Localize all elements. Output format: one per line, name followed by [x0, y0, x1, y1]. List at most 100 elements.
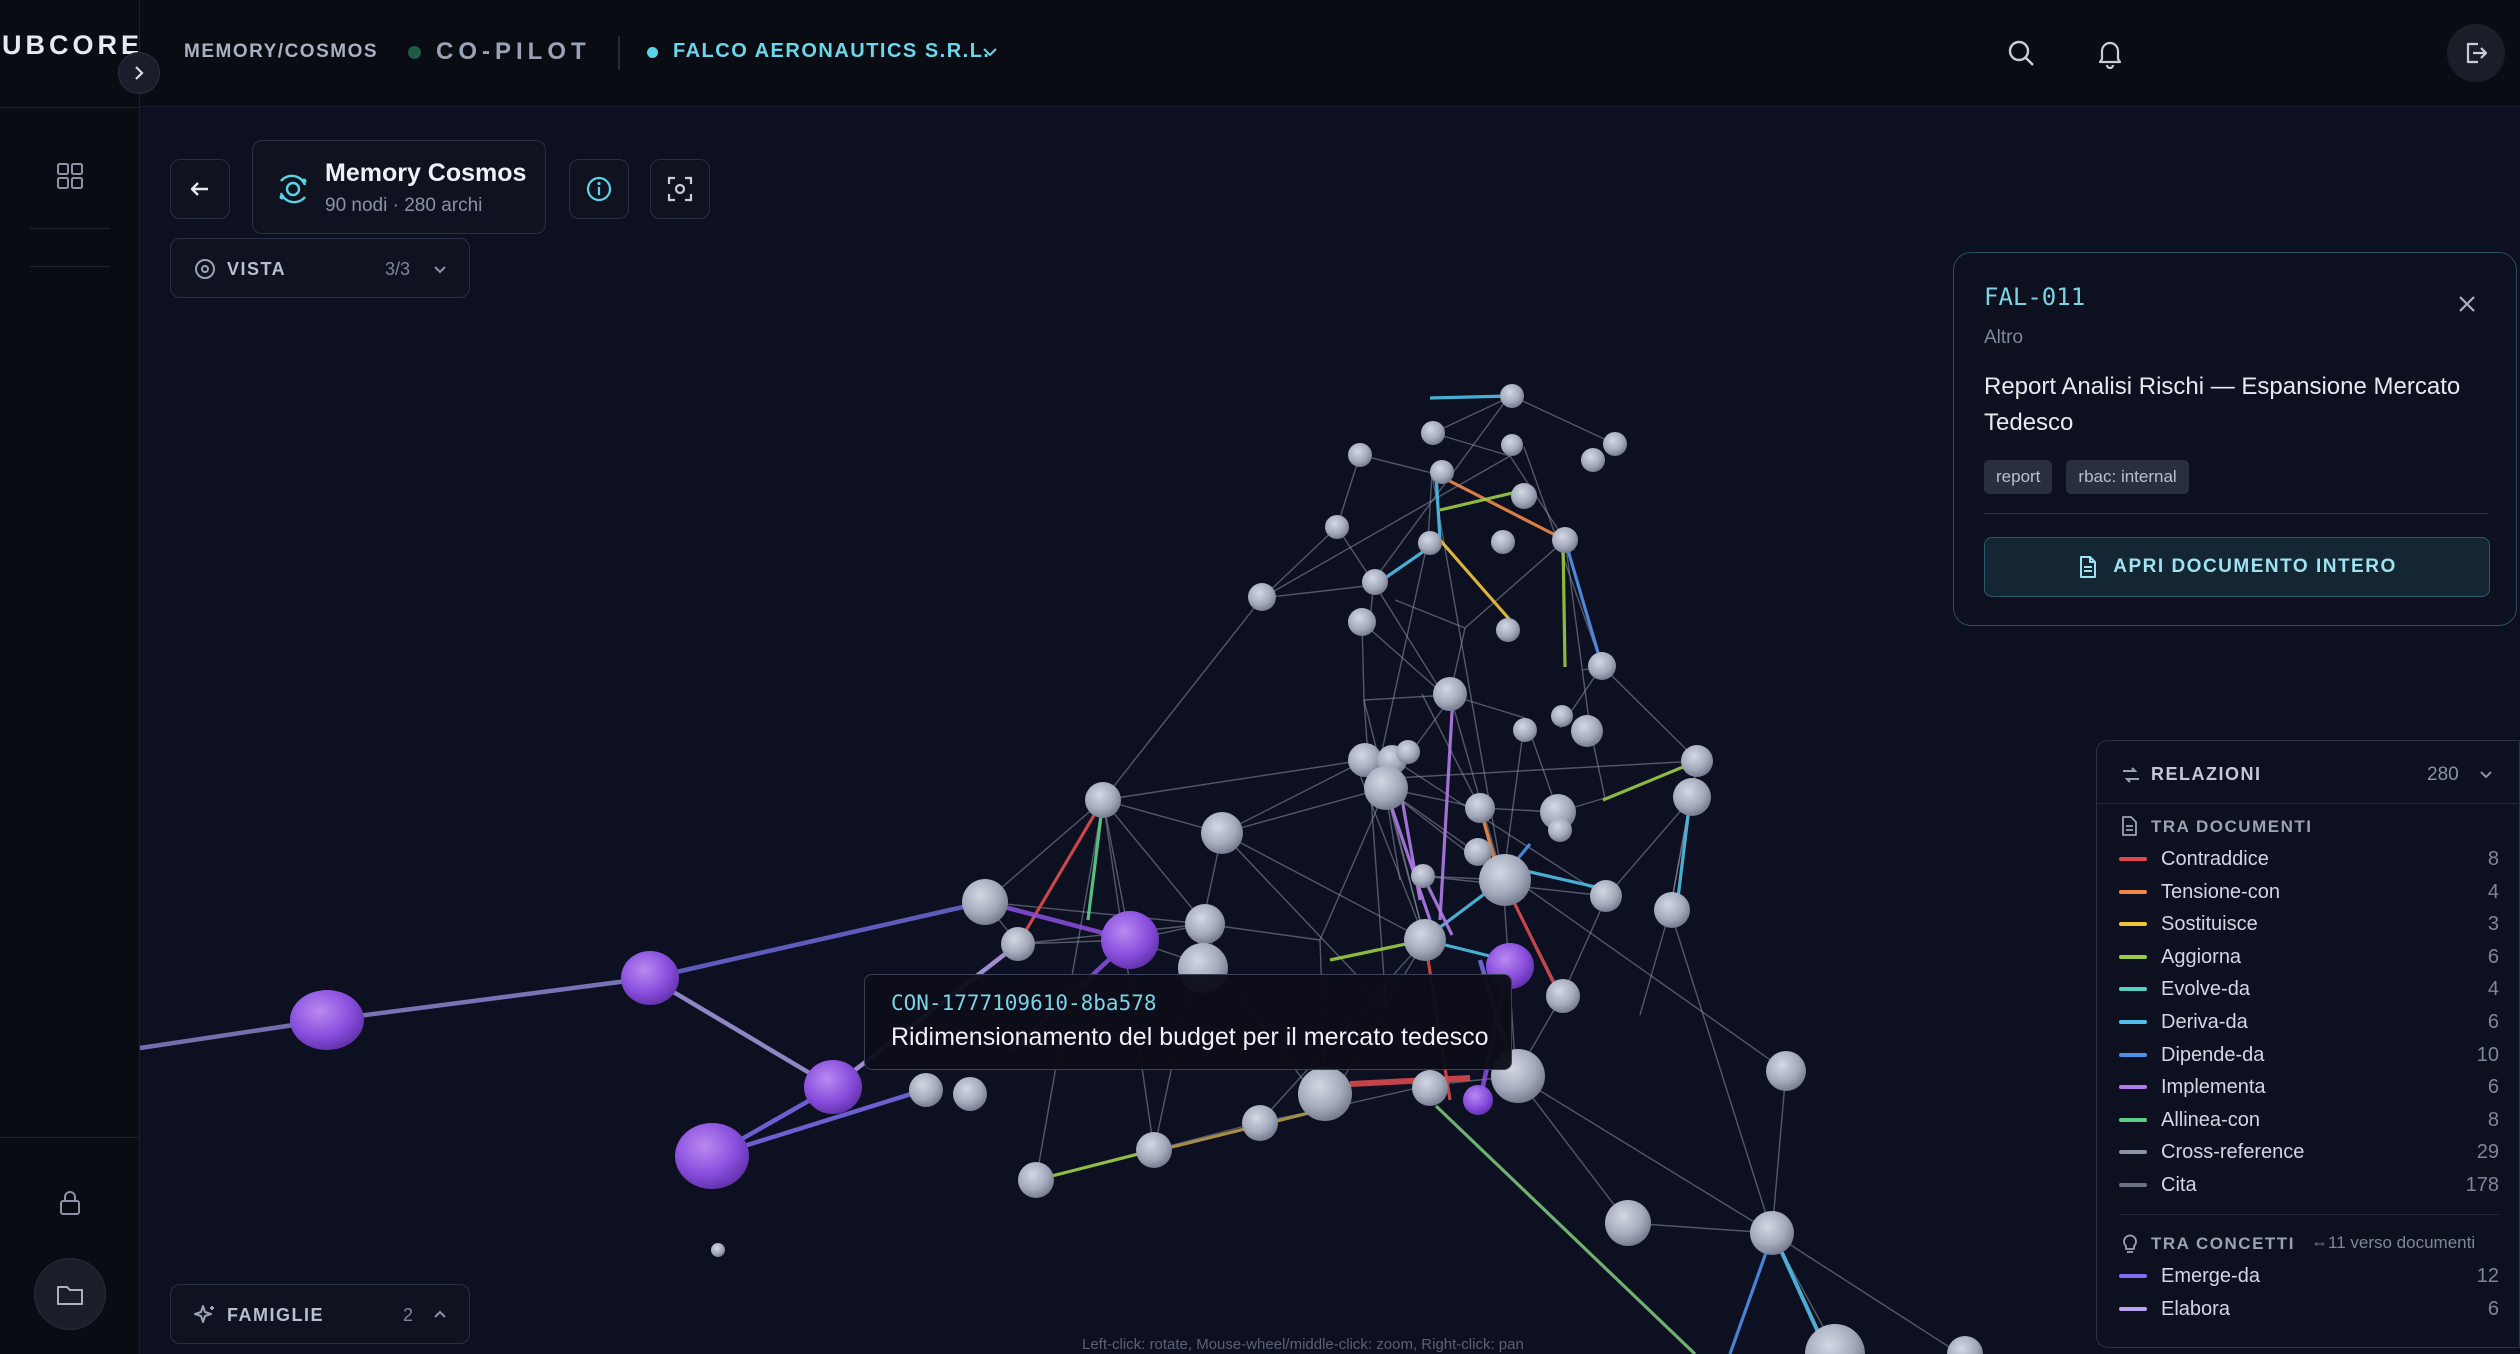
legend-item-cita[interactable]: Cita 178	[2119, 1169, 2499, 1201]
topbar-separator	[618, 36, 620, 70]
lock-icon	[60, 1191, 80, 1215]
legend-swatch	[2119, 1306, 2147, 1311]
legend-item-label: Evolve-da	[2161, 978, 2250, 1001]
chevron-down-icon[interactable]	[2475, 763, 2497, 785]
legend-item-label: Implementa	[2161, 1076, 2266, 1099]
legend-item-label: Allinea-con	[2161, 1108, 2260, 1131]
orbit-icon	[279, 174, 307, 204]
chevron-right-icon	[135, 66, 144, 80]
legend-item-emerge-da[interactable]: Emerge-da 12	[2119, 1260, 2499, 1292]
arrow-left-icon	[190, 182, 208, 196]
legend-item-count: 6	[2487, 1011, 2499, 1033]
legend-swatch	[2119, 1085, 2147, 1090]
legend-section-concepts: TRA CONCETTI	[2151, 1234, 2295, 1253]
controls-hint: Left-click: rotate, Mouse-wheel/middle-c…	[1082, 1336, 1524, 1353]
back-button[interactable]	[170, 159, 230, 219]
sidebar-divider	[0, 1137, 140, 1138]
vista-dropdown[interactable]: VISTA 3/3	[170, 238, 470, 298]
legend-divider	[2097, 803, 2520, 804]
legend-item-count: 178	[2465, 1174, 2499, 1196]
info-button[interactable]	[569, 159, 629, 219]
logout-icon	[2466, 42, 2488, 64]
document-icon	[2080, 556, 2097, 578]
legend-item-label: Sostituisce	[2161, 913, 2258, 936]
legend-swatch	[2119, 1020, 2147, 1024]
legend-item-label: Cita	[2161, 1174, 2197, 1196]
legend-item-count: 3	[2487, 913, 2499, 936]
bell-icon	[2098, 41, 2122, 69]
legend-item-evolve-da[interactable]: Evolve-da 4	[2119, 973, 2499, 1005]
detail-tags: report rbac: internal	[1984, 460, 2189, 494]
legend-item-label: Contraddice	[2161, 848, 2269, 870]
recenter-button[interactable]	[650, 159, 710, 219]
legend-item-contraddice[interactable]: Contraddice 8	[2119, 843, 2499, 875]
legend-swatch	[2119, 1052, 2147, 1057]
legend-swatch	[2119, 1183, 2147, 1187]
graph-nodes-documents[interactable]	[711, 384, 1983, 1354]
notifications-button[interactable]	[2087, 30, 2133, 76]
folder-button[interactable]	[34, 1258, 106, 1330]
sidebar: UBCORE	[0, 0, 140, 1354]
view-icon	[195, 259, 215, 279]
legend-swatch	[2119, 1117, 2147, 1122]
legend-item-label: Tensione-con	[2161, 880, 2280, 903]
legend-item-count: 29	[2476, 1141, 2499, 1164]
legend-item-aggiorna[interactable]: Aggiorna 6	[2119, 941, 2499, 973]
tooltip-node-id: CON-1777109610-8ba578	[891, 991, 1157, 1015]
legend-item-label: Elabora	[2161, 1297, 2230, 1320]
legend-title[interactable]: RELAZIONI	[2151, 764, 2262, 785]
open-document-button[interactable]: APRI DOCUMENTO INTERO	[1984, 537, 2490, 597]
legend-item-deriva-da[interactable]: Deriva-da 6	[2119, 1006, 2499, 1038]
detail-type: Altro	[1984, 327, 2024, 348]
legend-item-cross-reference[interactable]: Cross-reference 29	[2119, 1136, 2499, 1168]
detail-divider	[1984, 513, 2488, 514]
sidebar-divider	[30, 266, 110, 267]
legend-item-count: 4	[2487, 978, 2499, 1001]
legend-item-implementa[interactable]: Implementa 6	[2119, 1071, 2499, 1103]
legend-item-label: Cross-reference	[2161, 1141, 2305, 1164]
node-detail-card: FAL-011 Altro Report Analisi Rischi — Es…	[1953, 252, 2517, 626]
legend-item-allinea-con[interactable]: Allinea-con 8	[2119, 1104, 2499, 1136]
copilot-label[interactable]: CO-PILOT	[436, 38, 591, 66]
sidebar-toggle-button[interactable]	[118, 52, 160, 94]
detail-title: Report Analisi Rischi — Espansione Merca…	[1984, 373, 2461, 436]
legend-swatch	[2119, 954, 2147, 959]
close-detail-button[interactable]	[2452, 289, 2482, 319]
famiglie-dropdown[interactable]: FAMIGLIE 2	[170, 1284, 470, 1344]
chevron-down-icon	[434, 266, 446, 274]
document-icon	[2122, 816, 2137, 836]
legend-item-count: 8	[2487, 848, 2499, 870]
logout-button[interactable]	[2447, 24, 2505, 82]
lock-button[interactable]	[50, 1183, 90, 1223]
legend-section-docs: TRA DOCUMENTI	[2151, 817, 2313, 836]
legend-item-count: 12	[2476, 1265, 2499, 1287]
org-selector[interactable]: FALCO AERONAUTICS S.R.L.	[673, 40, 990, 63]
legend-total: 280	[2427, 764, 2459, 785]
legend-item-count: 6	[2487, 1297, 2499, 1320]
close-icon	[2459, 296, 2475, 312]
sidebar-divider	[0, 107, 140, 108]
graph-title-card: Memory Cosmos 90 nodi · 280 archi	[252, 140, 546, 234]
legend-item-tensione-con[interactable]: Tensione-con 4	[2119, 876, 2499, 908]
brand-logo: UBCORE	[2, 30, 140, 60]
legend-item-dipende-da[interactable]: Dipende-da 10	[2119, 1039, 2499, 1071]
tag: report	[1984, 460, 2053, 494]
copilot-status-dot	[408, 46, 421, 59]
detail-code: FAL-011	[1984, 283, 2086, 311]
search-button[interactable]	[1998, 30, 2044, 76]
top-bar: MEMORY/COSMOS CO-PILOT FALCO AERONAUTICS…	[140, 0, 2520, 107]
relations-icon	[2123, 767, 2139, 783]
tooltip-node-label: Ridimensionamento del budget per il merc…	[891, 1023, 1489, 1051]
legend-item-count: 4	[2487, 880, 2499, 903]
legend-item-count: 6	[2487, 1076, 2499, 1099]
chevron-down-icon[interactable]	[978, 40, 1002, 64]
breadcrumb[interactable]: MEMORY/COSMOS	[184, 41, 378, 63]
graph-title: Memory Cosmos	[325, 159, 527, 187]
dashboard-grid-button[interactable]	[50, 156, 90, 196]
famiglie-label: FAMIGLIE	[227, 1305, 324, 1325]
legend-item-sostituisce[interactable]: Sostituisce 3	[2119, 908, 2499, 940]
legend-item-label: Dipende-da	[2161, 1043, 2265, 1066]
legend-concepts-note: ⇔11 verso documenti	[2311, 1233, 2476, 1252]
legend-item-elabora[interactable]: Elabora 6	[2119, 1293, 2499, 1325]
legend-swatch	[2119, 1274, 2147, 1278]
